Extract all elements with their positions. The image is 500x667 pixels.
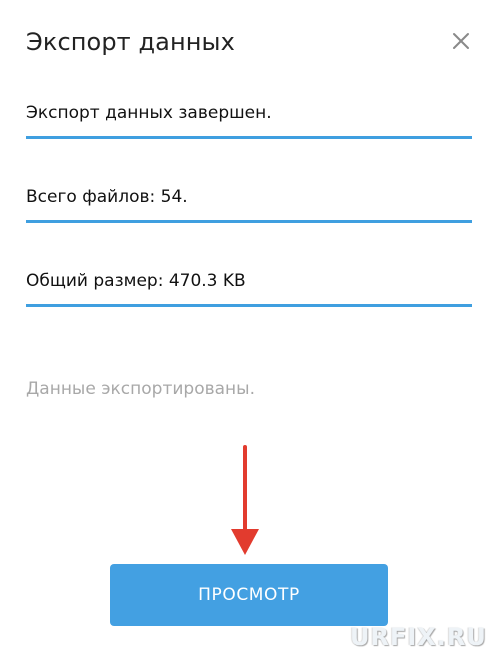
close-icon	[453, 33, 469, 49]
view-button[interactable]: ПРОСМОТР	[110, 564, 388, 626]
status-line-file-count: Всего файлов: 54.	[26, 186, 472, 223]
close-button[interactable]	[448, 28, 474, 54]
arrow-down-icon	[231, 445, 259, 555]
status-line-completed: Экспорт данных завершен.	[26, 102, 472, 139]
status-underline	[26, 136, 472, 139]
watermark-logo: URFIX.RU	[350, 623, 487, 651]
dialog-title: Экспорт данных	[26, 28, 235, 56]
status-text: Всего файлов: 54.	[26, 187, 188, 207]
export-hint: Данные экспортированы.	[26, 379, 255, 399]
status-underline	[26, 304, 472, 307]
export-dialog: Экспорт данных Экспорт данных завершен. …	[0, 0, 500, 667]
status-line-total-size: Общий размер: 470.3 KB	[26, 270, 472, 307]
status-text: Экспорт данных завершен.	[26, 103, 272, 123]
status-text: Общий размер: 470.3 KB	[26, 271, 246, 291]
status-underline	[26, 220, 472, 223]
